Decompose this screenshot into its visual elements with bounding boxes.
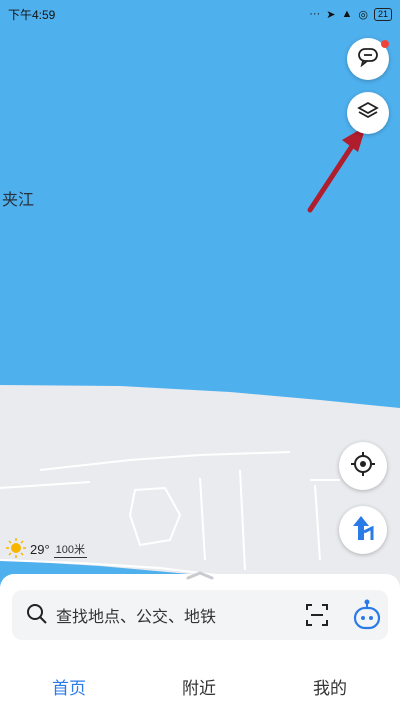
dots-icon: ··· bbox=[309, 8, 321, 20]
map-scale: 100米 bbox=[53, 541, 88, 558]
message-button[interactable] bbox=[347, 38, 389, 80]
assistant-icon[interactable] bbox=[352, 598, 382, 635]
search-input[interactable]: 查找地点、公交、地铁 bbox=[56, 603, 216, 627]
crosshair-icon bbox=[350, 451, 376, 482]
alarm-icon: ◎ bbox=[358, 8, 368, 21]
notification-dot bbox=[381, 40, 389, 48]
chat-icon bbox=[357, 47, 379, 72]
status-icons: ··· ➤ ▲ ◎ 21 bbox=[309, 7, 392, 21]
status-bar: 下午4:59 ··· ➤ ▲ ◎ 21 bbox=[0, 0, 400, 28]
signal-icon: ▲ bbox=[341, 8, 353, 20]
temperature: 29° bbox=[30, 542, 50, 557]
search-bar[interactable]: 查找地点、公交、地铁 bbox=[12, 590, 388, 640]
map-place-label: 夹江 bbox=[2, 192, 35, 209]
tab-home[interactable]: 首页 bbox=[52, 674, 86, 699]
bottom-tab-bar: 首页 附近 我的 bbox=[0, 655, 400, 711]
sheet-handle[interactable] bbox=[186, 570, 214, 580]
route-arrow-icon bbox=[350, 514, 376, 547]
layers-button[interactable] bbox=[347, 92, 389, 134]
tab-mine[interactable]: 我的 bbox=[313, 674, 347, 699]
search-icon bbox=[26, 603, 48, 630]
battery-indicator: 21 bbox=[373, 7, 392, 21]
sun-icon bbox=[6, 538, 26, 561]
layers-icon bbox=[357, 100, 379, 127]
weather-widget: 29° 100米 bbox=[6, 538, 88, 561]
status-time: 下午4:59 bbox=[8, 7, 56, 22]
location-arrow-icon: ➤ bbox=[326, 8, 336, 21]
scan-icon[interactable] bbox=[305, 603, 329, 632]
locate-button[interactable] bbox=[339, 442, 387, 490]
tab-nearby[interactable]: 附近 bbox=[182, 674, 216, 699]
route-button[interactable] bbox=[339, 506, 387, 554]
